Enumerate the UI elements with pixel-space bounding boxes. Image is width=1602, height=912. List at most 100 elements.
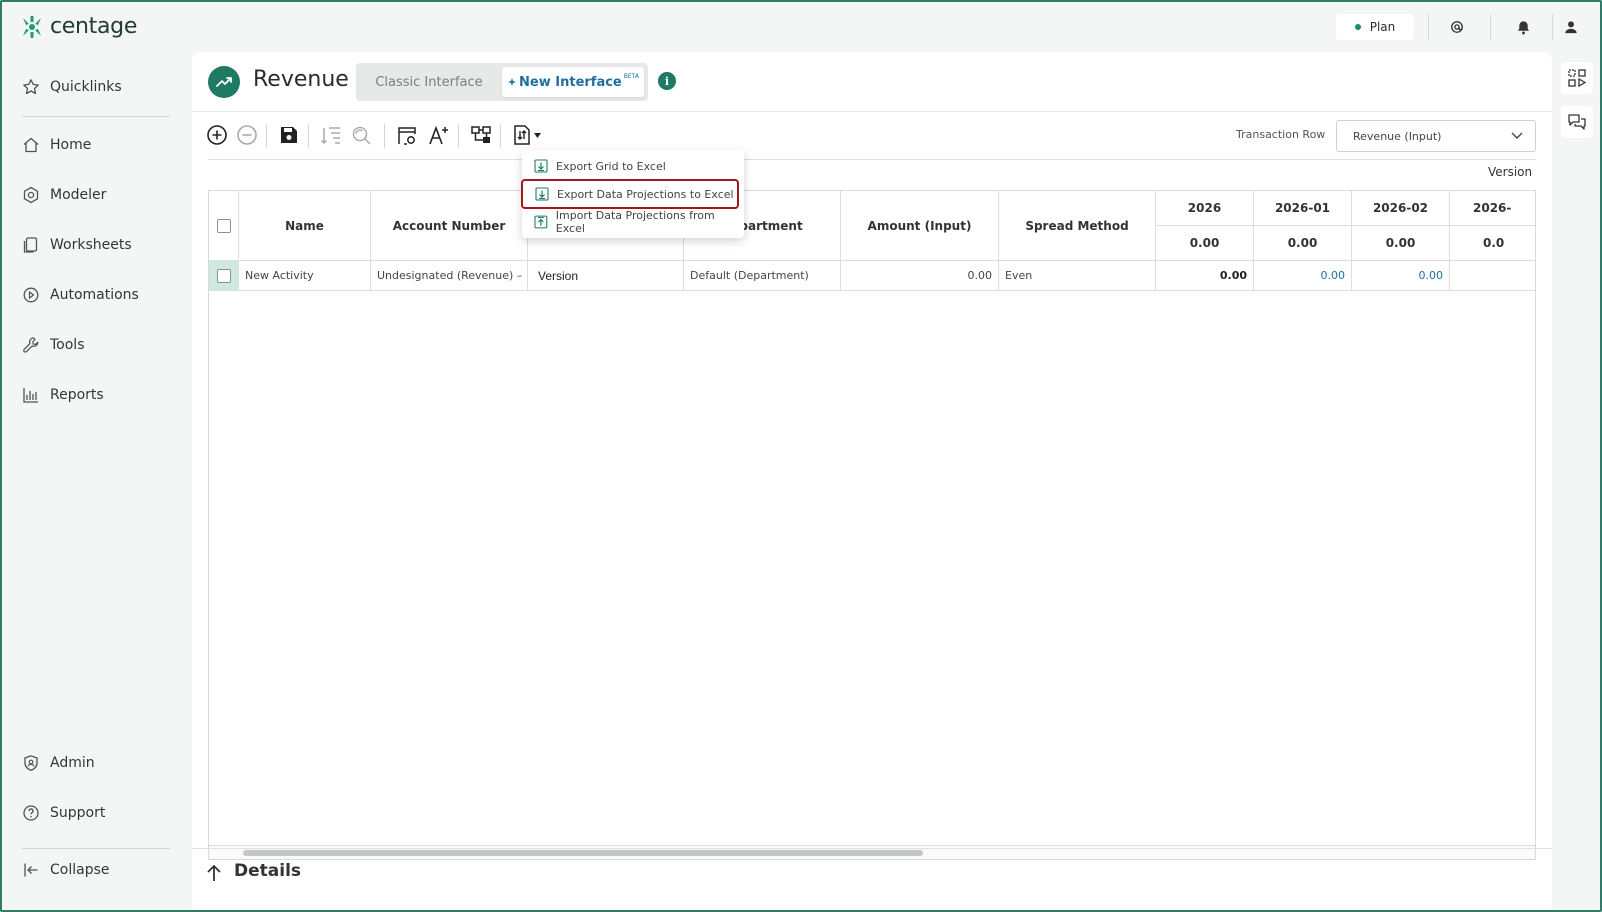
sort-icon (320, 127, 340, 145)
column-header-name[interactable]: Name (239, 191, 371, 261)
sidebar-item-worksheets[interactable]: Worksheets (22, 234, 132, 256)
sidebar-item-reports[interactable]: Reports (22, 384, 104, 406)
sidebar-item-collapse[interactable]: Collapse (22, 859, 110, 881)
sidebar-item-label: Quicklinks (50, 79, 122, 95)
row-select-cell (209, 261, 239, 291)
hierarchy-icon (471, 126, 491, 143)
period-total: 0.00 (1156, 226, 1254, 261)
import-export-button[interactable] (508, 122, 544, 148)
excel-import-icon (534, 215, 548, 229)
sidebar-item-modeler[interactable]: Modeler (22, 184, 106, 206)
row-checkbox[interactable] (216, 268, 231, 283)
find-button[interactable] (348, 122, 374, 148)
sidebar-item-automations[interactable]: Automations (22, 284, 139, 306)
cell-version[interactable] (528, 261, 684, 291)
menu-item-label: Import Data Projections from Excel (555, 209, 715, 235)
column-header-spread-method[interactable]: Spread Method (999, 191, 1156, 261)
collapse-icon (24, 863, 38, 877)
brand-name: centage (50, 14, 138, 39)
admin-icon (24, 755, 38, 771)
toolbar-divider (458, 124, 459, 148)
cell-spread-method[interactable]: Even (999, 261, 1156, 291)
cell-period-next[interactable] (1450, 261, 1535, 291)
minus-circle-icon (237, 125, 257, 145)
transaction-row-select[interactable]: Revenue (Input) (1336, 120, 1536, 152)
select-all-cell (209, 191, 239, 261)
menu-item-export-data-projections[interactable]: Export Data Projections to Excel (521, 179, 739, 209)
toolbar-divider (308, 124, 309, 148)
sidebar-item-tools[interactable]: Tools (22, 334, 85, 356)
comments-button[interactable] (1561, 106, 1593, 138)
wrench-icon (23, 337, 39, 353)
bell-icon[interactable] (1512, 16, 1534, 38)
period-total: 0.00 (1352, 226, 1450, 261)
view-button[interactable] (394, 122, 420, 148)
sidebar-item-label: Support (50, 805, 106, 821)
page-title: Revenue (253, 67, 349, 92)
period-header[interactable]: 2026 (1156, 191, 1254, 226)
sidebar-divider (22, 116, 170, 117)
plus-circle-icon (207, 125, 227, 145)
save-button[interactable] (276, 122, 302, 148)
period-header[interactable]: 2026-02 (1352, 191, 1450, 226)
cell-name[interactable]: New Activity (239, 261, 371, 291)
divider (1428, 14, 1429, 40)
menu-item-export-grid[interactable]: Export Grid to Excel (522, 152, 744, 180)
period-total: 0.00 (1254, 226, 1352, 261)
plan-status-dot (1354, 24, 1361, 30)
preview-icon (398, 127, 416, 145)
user-icon[interactable] (1560, 16, 1582, 38)
toolbar-divider (384, 124, 385, 148)
sidebar-item-admin[interactable]: Admin (22, 752, 95, 774)
add-row-button[interactable] (204, 122, 230, 148)
interface-toggle: Classic Interface New Interface BETA (356, 63, 648, 101)
cell-amount[interactable]: 0.00 (841, 261, 999, 291)
font-size-button[interactable] (426, 122, 452, 148)
menu-item-import-data-projections[interactable]: Import Data Projections from Excel (522, 208, 744, 236)
sidebar-item-label: Worksheets (50, 237, 132, 253)
cell-account-number[interactable]: Undesignated (Revenue) – ... (371, 261, 528, 291)
column-header-amount[interactable]: Amount (Input) (841, 191, 999, 261)
main-panel: Revenue Classic Interface New Interface … (192, 52, 1552, 910)
column-header-account-number[interactable]: Account Number (371, 191, 528, 261)
version-cell-input[interactable] (536, 264, 656, 287)
period-header[interactable]: 2026-01 (1254, 191, 1352, 226)
centage-logo[interactable]: centage (20, 14, 137, 39)
worksheets-icon (23, 237, 38, 253)
arrow-up-icon (207, 864, 221, 881)
star-icon (23, 79, 39, 95)
period-total: 0.0 (1450, 226, 1535, 261)
right-rail (1553, 52, 1600, 910)
sidebar-item-support[interactable]: Support (22, 802, 105, 824)
font-increase-icon (429, 125, 448, 145)
help-icon (23, 805, 39, 821)
remove-row-button[interactable] (234, 122, 260, 148)
new-interface-tab[interactable]: New Interface BETA (502, 67, 644, 97)
cell-department[interactable]: Default (Department) (684, 261, 841, 291)
sidebar-item-home[interactable]: Home (22, 134, 91, 156)
sidebar-item-label: Modeler (50, 187, 107, 203)
period-header[interactable]: 2026- (1450, 191, 1535, 226)
top-bar: centage Plan (0, 0, 1602, 52)
cell-period-2026-01[interactable]: 0.00 (1254, 261, 1352, 291)
toolbar-divider (266, 124, 267, 148)
at-sign-icon[interactable] (1446, 16, 1468, 38)
sort-button[interactable] (318, 122, 344, 148)
plan-button[interactable]: Plan (1336, 14, 1414, 40)
sidebar-item-label: Tools (50, 337, 85, 353)
hierarchy-button[interactable] (468, 122, 494, 148)
cell-period-2026-02[interactable]: 0.00 (1352, 261, 1450, 291)
cell-period-2026[interactable]: 0.00 (1156, 261, 1254, 291)
details-panel[interactable]: Details (192, 848, 1552, 910)
grid-toolbar: Transaction Row Revenue (Input) (192, 114, 1552, 158)
info-icon[interactable]: i (658, 72, 676, 90)
new-interface-label: New Interface (519, 74, 622, 90)
caret-down-icon (533, 132, 541, 138)
sidebar-item-quicklinks[interactable]: Quicklinks (22, 76, 122, 98)
select-all-checkbox[interactable] (216, 218, 231, 233)
classic-interface-tab[interactable]: Classic Interface (364, 63, 494, 101)
sidebar: Quicklinks Home Modeler Worksheets Autom… (0, 52, 190, 910)
save-icon (281, 127, 297, 143)
divider (1490, 14, 1491, 40)
quick-actions-button[interactable] (1561, 62, 1593, 94)
